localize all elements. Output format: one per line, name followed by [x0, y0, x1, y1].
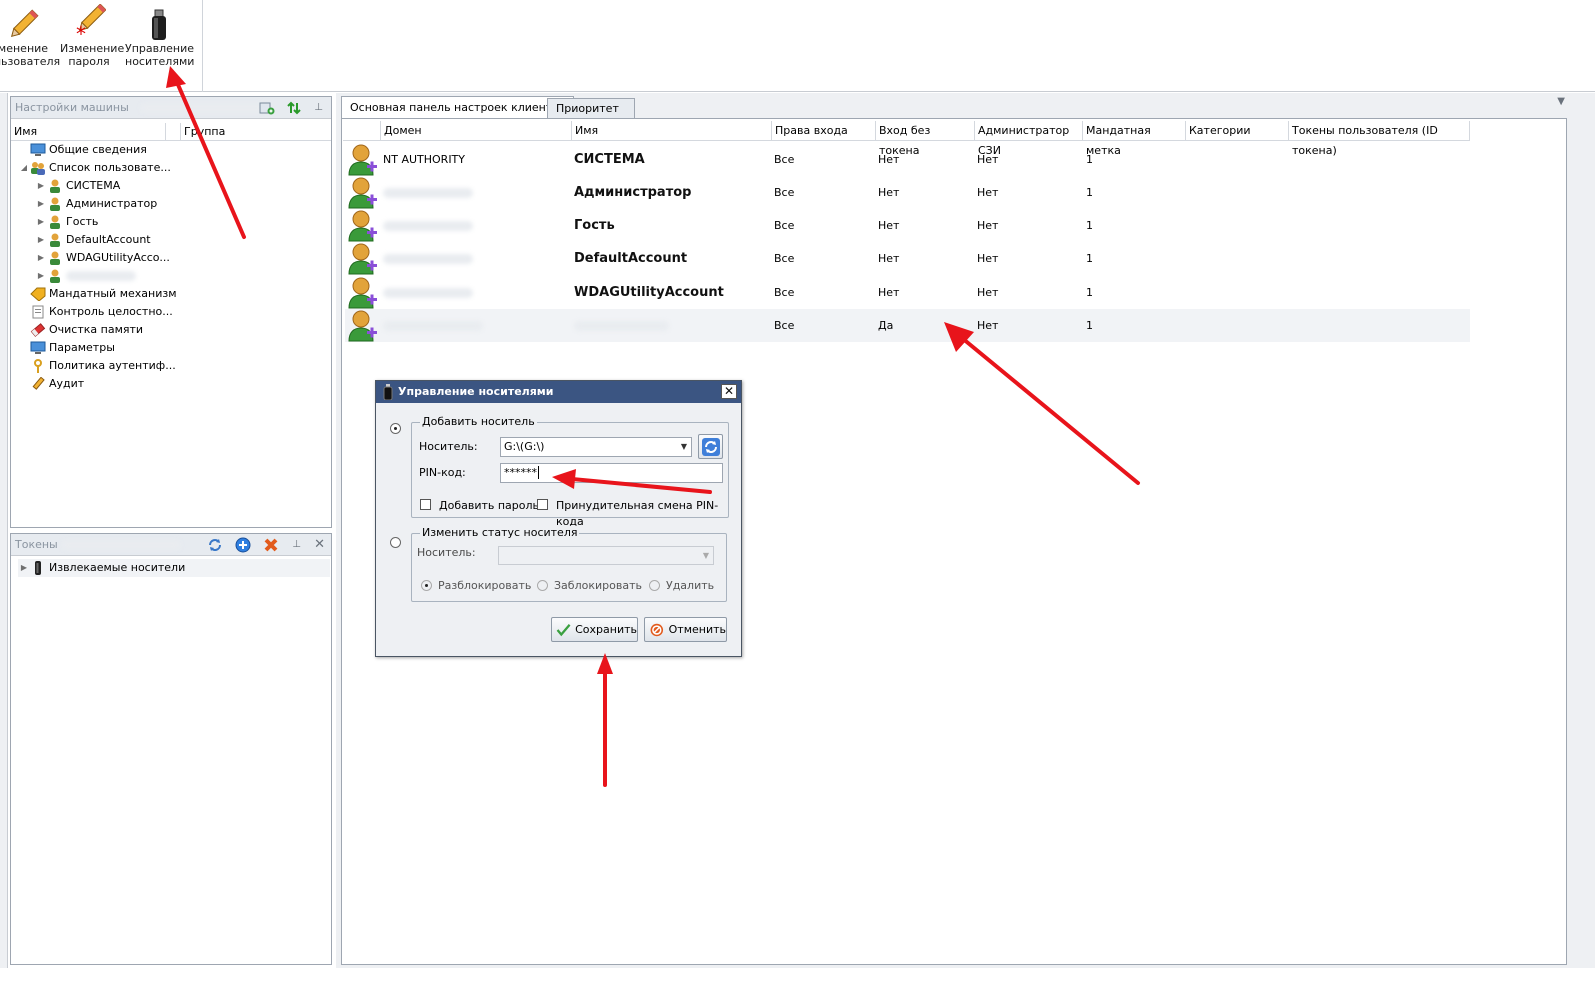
arrow-to-no-token-yes — [944, 322, 1140, 485]
arrow-to-save — [597, 653, 613, 787]
arrow-to-manage-carriers — [166, 66, 246, 239]
arrow-to-pin — [552, 469, 712, 494]
annotation-arrows — [166, 66, 1140, 787]
